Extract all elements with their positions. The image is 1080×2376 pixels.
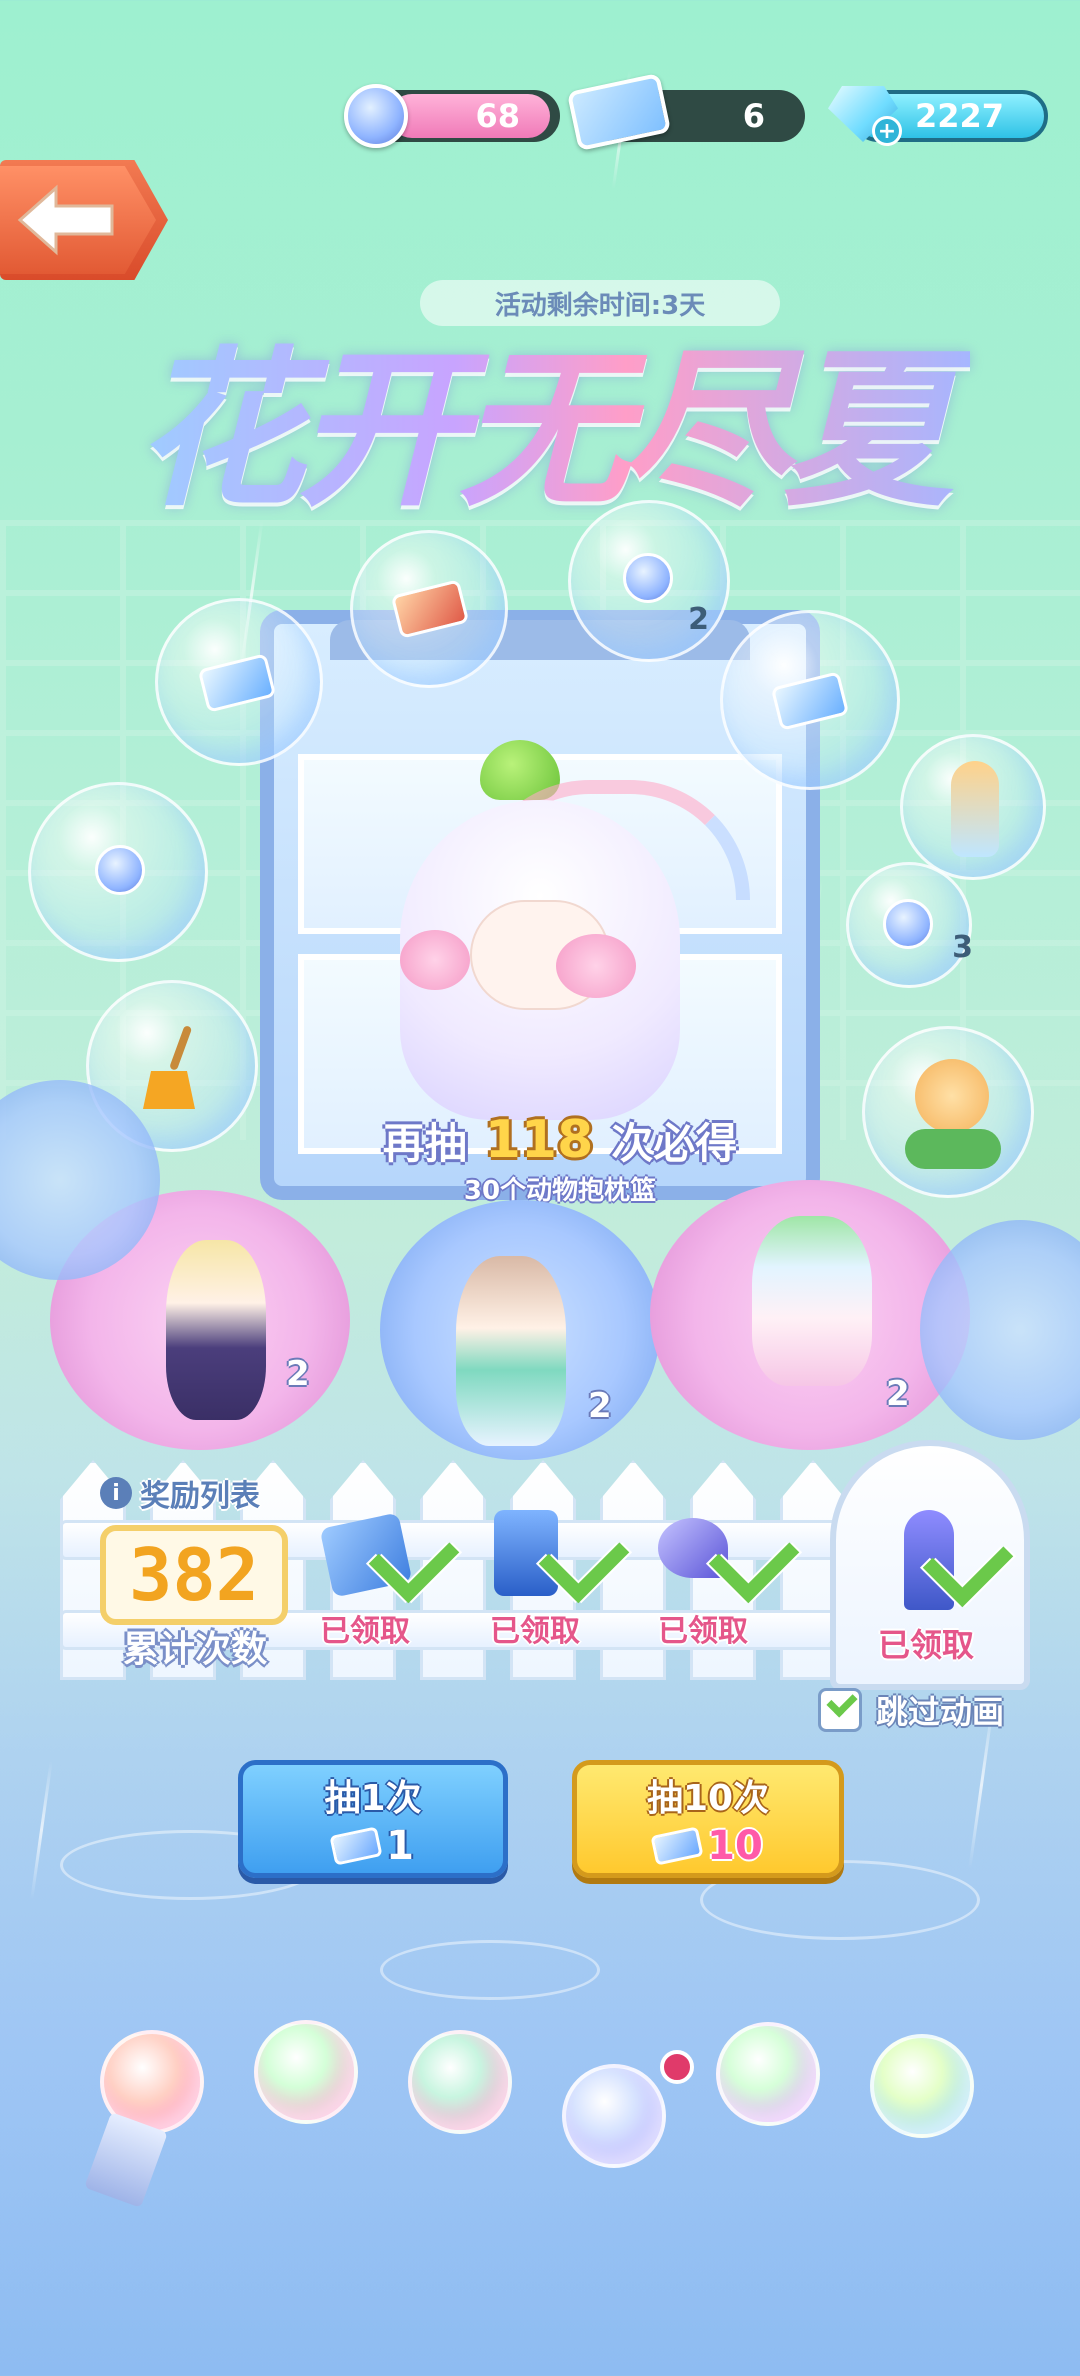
flower-orb-count: 68 bbox=[475, 97, 520, 135]
chibi-count: 2 bbox=[588, 1386, 612, 1426]
reward-bubble[interactable]: 3 bbox=[846, 862, 973, 988]
claimed-label: 已领取 bbox=[320, 1614, 410, 1649]
hair-flower-decoration bbox=[400, 930, 470, 990]
reward-bubble[interactable] bbox=[862, 1026, 1034, 1198]
flower-orb-bar-fill bbox=[390, 94, 550, 138]
pity-counter: 再抽 118 次必得 bbox=[360, 1110, 760, 1170]
draw-ten-button[interactable]: 抽10次 10 bbox=[572, 1760, 844, 1878]
claimed-label: 已领取 bbox=[658, 1614, 748, 1649]
flower-vase-icon bbox=[951, 761, 999, 857]
wind-chime-bell[interactable] bbox=[408, 2030, 512, 2134]
wind-chime-bell[interactable] bbox=[254, 2020, 358, 2124]
chibi-count: 2 bbox=[286, 1354, 310, 1394]
draw-ten-label: 抽10次 bbox=[646, 1778, 770, 1819]
milestone-reward[interactable]: 已领取 bbox=[658, 1500, 808, 1660]
diamond-count: 2227 bbox=[914, 97, 1004, 135]
flower-orb-icon bbox=[344, 84, 408, 148]
leaf-decoration bbox=[905, 1129, 1001, 1169]
bubble-count: 2 bbox=[688, 602, 709, 637]
reward-list-label: 奖励列表 bbox=[140, 1479, 260, 1514]
water-ripple bbox=[380, 1940, 600, 2000]
pity-prize: 30个动物抱枕篮 bbox=[463, 1176, 657, 1206]
add-diamond-icon[interactable]: + bbox=[872, 116, 902, 146]
event-title: 花开无尽夏 bbox=[110, 300, 970, 530]
info-icon: i bbox=[100, 1477, 132, 1509]
notification-dot bbox=[660, 2050, 694, 2084]
hair-flower-decoration bbox=[556, 934, 636, 998]
plane-ticket-icon bbox=[770, 671, 850, 731]
draw-ten-cost-value: 10 bbox=[707, 1823, 763, 1869]
skip-animation-checkbox[interactable] bbox=[818, 1686, 862, 1732]
ticket-count: 6 bbox=[742, 97, 765, 135]
wind-chime-bell[interactable] bbox=[562, 2064, 666, 2168]
flower-orb-icon bbox=[95, 845, 145, 895]
claimed-label: 已领取 bbox=[490, 1614, 580, 1649]
rain-streak bbox=[30, 1760, 53, 1900]
wind-chime-bell[interactable] bbox=[870, 2034, 974, 2138]
pity-prefix: 再抽 bbox=[382, 1118, 467, 1168]
reward-bubble[interactable] bbox=[28, 782, 208, 962]
draw-once-label: 抽1次 bbox=[324, 1778, 422, 1819]
reward-bubble[interactable] bbox=[350, 530, 508, 688]
milestone-reward[interactable]: 已领取 bbox=[490, 1500, 640, 1660]
total-draws-counter: 382 bbox=[100, 1525, 288, 1625]
wind-chime-bell[interactable] bbox=[716, 2022, 820, 2126]
milestone-reward[interactable]: 已领取 bbox=[319, 1510, 470, 1660]
reward-list-button[interactable]: i 奖励列表 bbox=[100, 1470, 260, 1516]
chibi-character-cat[interactable] bbox=[456, 1256, 566, 1446]
ticket-icon bbox=[650, 1826, 704, 1866]
draw-once-cost-value: 1 bbox=[386, 1823, 414, 1869]
flower-orb-icon bbox=[883, 899, 933, 949]
final-reward-gate[interactable]: 已领取 bbox=[830, 1440, 1030, 1690]
broom-icon bbox=[143, 1026, 195, 1109]
bubble-count: 3 bbox=[952, 930, 973, 965]
total-draws-label: 累计次数 bbox=[122, 1629, 267, 1670]
ticket-icon bbox=[329, 1826, 383, 1866]
draw-ten-cost: 10 bbox=[650, 1823, 763, 1869]
check-icon bbox=[826, 1686, 858, 1718]
reward-bubble[interactable] bbox=[720, 610, 900, 790]
pity-suffix: 次必得 bbox=[611, 1118, 738, 1168]
back-arrow-icon bbox=[17, 184, 114, 256]
reward-bubble[interactable] bbox=[155, 598, 323, 766]
draw-once-button[interactable]: 抽1次 1 bbox=[238, 1760, 508, 1878]
flower-orb-icon bbox=[623, 553, 673, 603]
draw-once-cost: 1 bbox=[329, 1823, 414, 1869]
rail-ticket-icon bbox=[390, 579, 470, 639]
chibi-character-mermaid[interactable] bbox=[752, 1216, 872, 1386]
check-icon bbox=[708, 1512, 800, 1604]
chibi-count: 2 bbox=[886, 1374, 910, 1414]
ticket-icon bbox=[197, 653, 277, 713]
claimed-label: 已领取 bbox=[878, 1626, 975, 1664]
yellow-flower-icon bbox=[915, 1059, 989, 1133]
pity-remaining: 118 bbox=[484, 1110, 594, 1170]
reward-bubble[interactable]: 2 bbox=[568, 500, 730, 662]
reward-bubble[interactable] bbox=[900, 734, 1046, 880]
skip-animation-label[interactable]: 跳过动画 bbox=[876, 1688, 1004, 1732]
chibi-character-fox[interactable] bbox=[166, 1240, 266, 1420]
